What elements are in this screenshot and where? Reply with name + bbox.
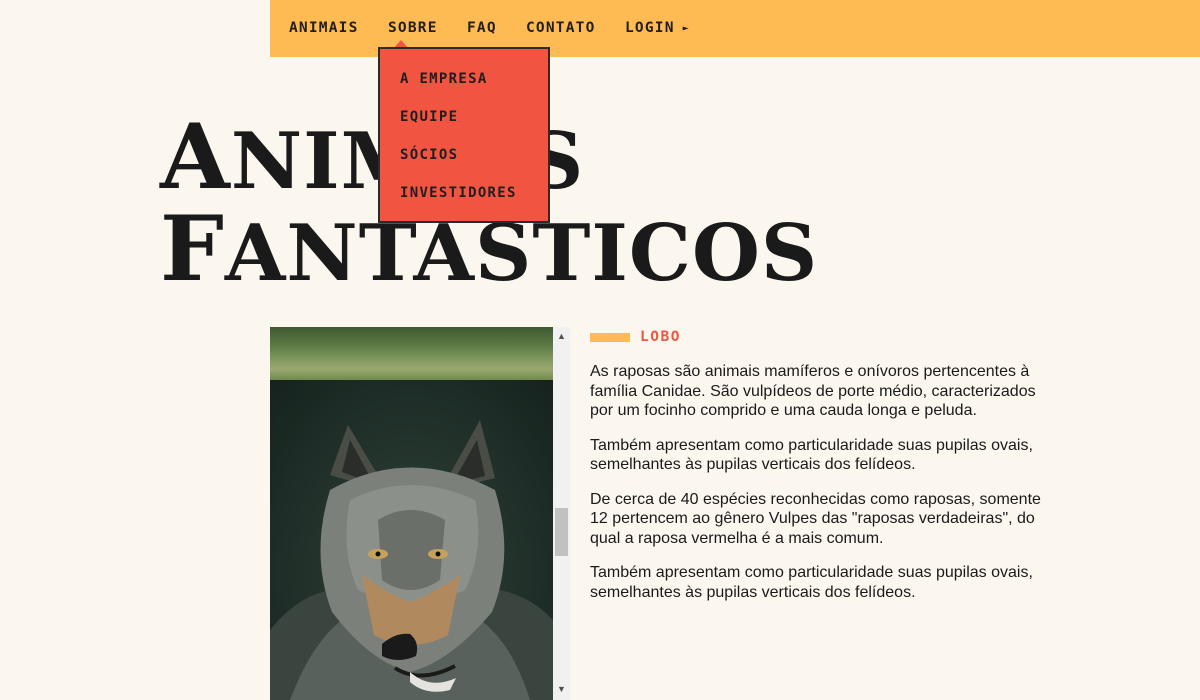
scroll-down-arrow-icon[interactable]: ▼ [553,681,570,698]
play-arrow-icon: ► [682,23,690,34]
dropdown-item-investidores[interactable]: INVESTIDORES [400,185,517,201]
dropdown-item-equipe[interactable]: EQUIPE [400,109,458,125]
nav-item-animais[interactable]: ANIMAIS [289,20,359,36]
scrollbar-thumb[interactable] [555,508,568,556]
wolf-illustration [270,420,553,700]
nav-item-login-label: LOGIN [625,20,675,36]
dropdown-item-socios[interactable]: SÓCIOS [400,147,458,163]
paragraph-2: Também apresentam como particularidade s… [590,436,1033,474]
dropdown-item-a-empresa[interactable]: A EMPRESA [400,71,488,87]
paragraph-1: As raposas são animais mamíferos e onívo… [590,363,1036,419]
nav-item-faq[interactable]: FAQ [467,20,497,36]
wolf-image [270,380,553,700]
wolf-image-scroll-area[interactable] [270,327,553,700]
image-scrollbar[interactable]: ▲ ▼ [553,327,570,700]
section-title: LOBO [640,329,681,345]
section-content: As raposas são animais mamíferos e onívo… [590,362,1050,617]
scroll-up-arrow-icon[interactable]: ▲ [553,328,570,345]
paragraph-4: Também apresentam como particularidade s… [590,564,1033,601]
sobre-dropdown-menu: A EMPRESA EQUIPE SÓCIOS INVESTIDORES [378,47,550,223]
section-accent-bar [590,333,630,342]
nav-item-sobre[interactable]: SOBRE [388,20,438,36]
paragraph-3: De cerca de 40 espécies reconhecidas com… [590,490,1041,547]
nav-item-login[interactable]: LOGIN ► [625,20,690,36]
nav-item-contato[interactable]: CONTATO [526,20,596,36]
grass-image [270,327,553,380]
